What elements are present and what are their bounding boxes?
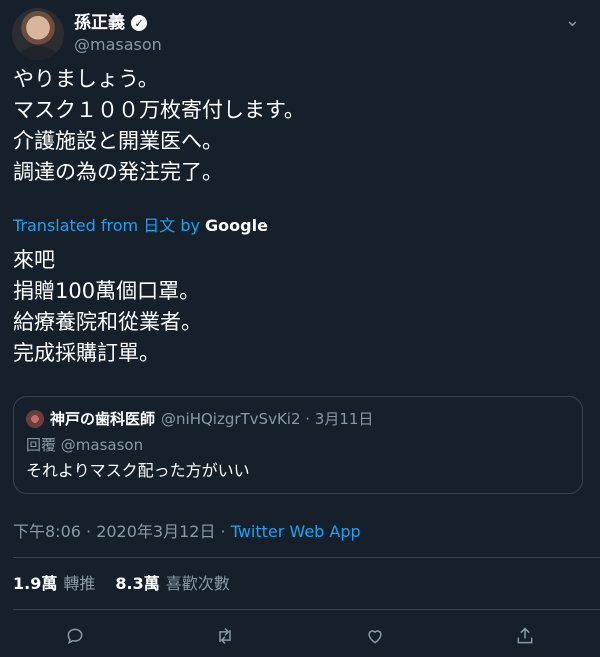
like-count: 8.3萬 [115, 574, 160, 593]
timestamp[interactable]: 下午8:06 · 2020年3月12日 · [13, 522, 231, 541]
translation-line: 來吧 [13, 248, 55, 272]
avatar[interactable] [12, 8, 64, 60]
translated-lang: 日文 [143, 216, 176, 235]
retweet-stat[interactable]: 1.9萬 轉推 [13, 572, 95, 596]
reply-mention[interactable]: @masason [61, 436, 143, 454]
tweet-card: 孫正義 ✓ @masason ⌄ やりましょう。 マスク１００万枚寄付します。 … [0, 0, 600, 657]
translated-by: by [180, 216, 200, 235]
name-row: 孫正義 ✓ [74, 12, 162, 34]
like-stat[interactable]: 8.3萬 喜歡次數 [115, 572, 229, 596]
tweet-meta: 下午8:06 · 2020年3月12日 · Twitter Web App [13, 521, 361, 543]
like-label: 喜歡次數 [165, 574, 230, 593]
reply-prefix: 回覆 [26, 436, 57, 454]
tweet-line: やりましょう。 [13, 67, 159, 91]
tweet-line: 介護施設と開業医へ。 [13, 129, 223, 153]
retweet-label: 轉推 [63, 574, 96, 593]
divider [13, 557, 600, 558]
verified-icon: ✓ [131, 15, 147, 31]
tweet-stats: 1.9萬 轉推 8.3萬 喜歡次數 [13, 572, 230, 596]
divider [13, 609, 600, 610]
translation-line: 給療養院和從業者。 [13, 310, 202, 334]
source-app[interactable]: Twitter Web App [231, 522, 361, 541]
reply-icon[interactable] [61, 622, 89, 650]
quoted-avatar [26, 410, 44, 428]
user-handle[interactable]: @masason [74, 34, 162, 56]
display-name[interactable]: 孫正義 [74, 12, 125, 34]
tweet-header: 孫正義 ✓ @masason [12, 8, 162, 60]
tweet-line: 調達の為の発注完了。 [13, 160, 223, 184]
chevron-down-icon[interactable]: ⌄ [565, 10, 580, 31]
tweet-text: やりましょう。 マスク１００万枚寄付します。 介護施設と開業医へ。 調達の為の発… [13, 64, 305, 188]
quoted-handle-date: @niHQizgrTvSvKi2 · 3月11日 [161, 410, 374, 428]
translation-line: 捐贈100萬個口罩。 [13, 279, 201, 303]
quoted-text: それよりマスク配った方がいい [26, 461, 250, 480]
like-icon[interactable] [361, 622, 389, 650]
author-names: 孫正義 ✓ @masason [74, 12, 162, 56]
action-bar [0, 622, 600, 650]
translated-from[interactable]: Translated from 日文 by Google [13, 215, 268, 237]
translation-line: 完成採購訂單。 [13, 341, 160, 365]
quoted-reply-to: 回覆 @masason [26, 434, 143, 455]
retweet-count: 1.9萬 [13, 574, 58, 593]
tweet-line: マスク１００万枚寄付します。 [13, 98, 305, 122]
translated-prefix: Translated from [13, 216, 139, 235]
quoted-name: 神戸の歯科医師 [50, 410, 156, 428]
retweet-icon[interactable] [211, 622, 239, 650]
translation-text: 來吧 捐贈100萬個口罩。 給療養院和從業者。 完成採購訂單。 [13, 245, 202, 369]
share-icon[interactable] [511, 622, 539, 650]
quoted-tweet[interactable]: 神戸の歯科医師 @niHQizgrTvSvKi2 · 3月11日 回覆 @mas… [13, 396, 583, 494]
translation-provider: Google [205, 216, 268, 235]
quoted-header: 神戸の歯科医師 @niHQizgrTvSvKi2 · 3月11日 [26, 409, 373, 429]
